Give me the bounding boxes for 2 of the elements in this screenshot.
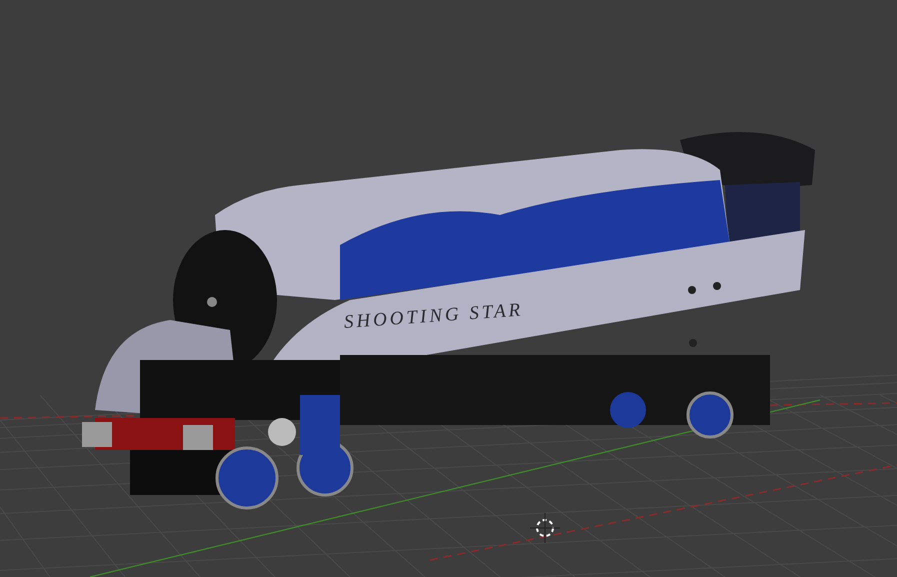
locomotive-lettering: SHOOTING STAR <box>343 300 524 334</box>
crosshair-icon <box>530 512 560 544</box>
